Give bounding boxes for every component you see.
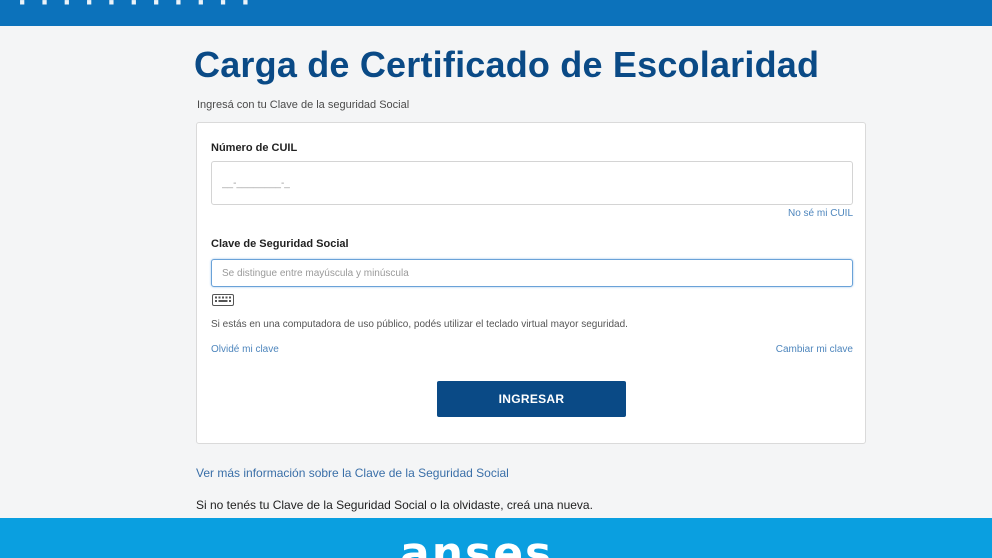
change-password-link[interactable]: Cambiar mi clave <box>776 344 853 355</box>
cuil-label: Número de CUIL <box>211 142 298 154</box>
more-info-link[interactable]: Ver más información sobre la Clave de la… <box>196 466 509 480</box>
ingresar-button[interactable]: INGRESAR <box>437 381 626 417</box>
no-se-cuil-link[interactable]: No sé mi CUIL <box>788 208 853 219</box>
forgot-password-link[interactable]: Olvidé mi clave <box>211 344 279 355</box>
virtual-keyboard-hint: Si estás en una computadora de uso públi… <box>211 319 628 330</box>
bottom-banner: anses <box>0 518 992 558</box>
password-label: Clave de Seguridad Social <box>211 238 349 250</box>
keyboard-icon[interactable] <box>212 293 234 306</box>
anses-logo: anses <box>400 528 554 558</box>
top-banner: · · · · · · · · · · · <box>0 0 992 26</box>
cuil-input[interactable] <box>211 161 853 205</box>
top-banner-text: · · · · · · · · · · · <box>18 0 254 19</box>
footer-note: Si no tenés tu Clave de la Seguridad Soc… <box>196 498 593 512</box>
page-subtitle: Ingresá con tu Clave de la seguridad Soc… <box>197 99 410 111</box>
password-input[interactable] <box>211 259 853 287</box>
page-title: Carga de Certificado de Escolaridad <box>194 44 820 85</box>
login-card: Número de CUIL No sé mi CUIL Clave de Se… <box>196 122 866 444</box>
